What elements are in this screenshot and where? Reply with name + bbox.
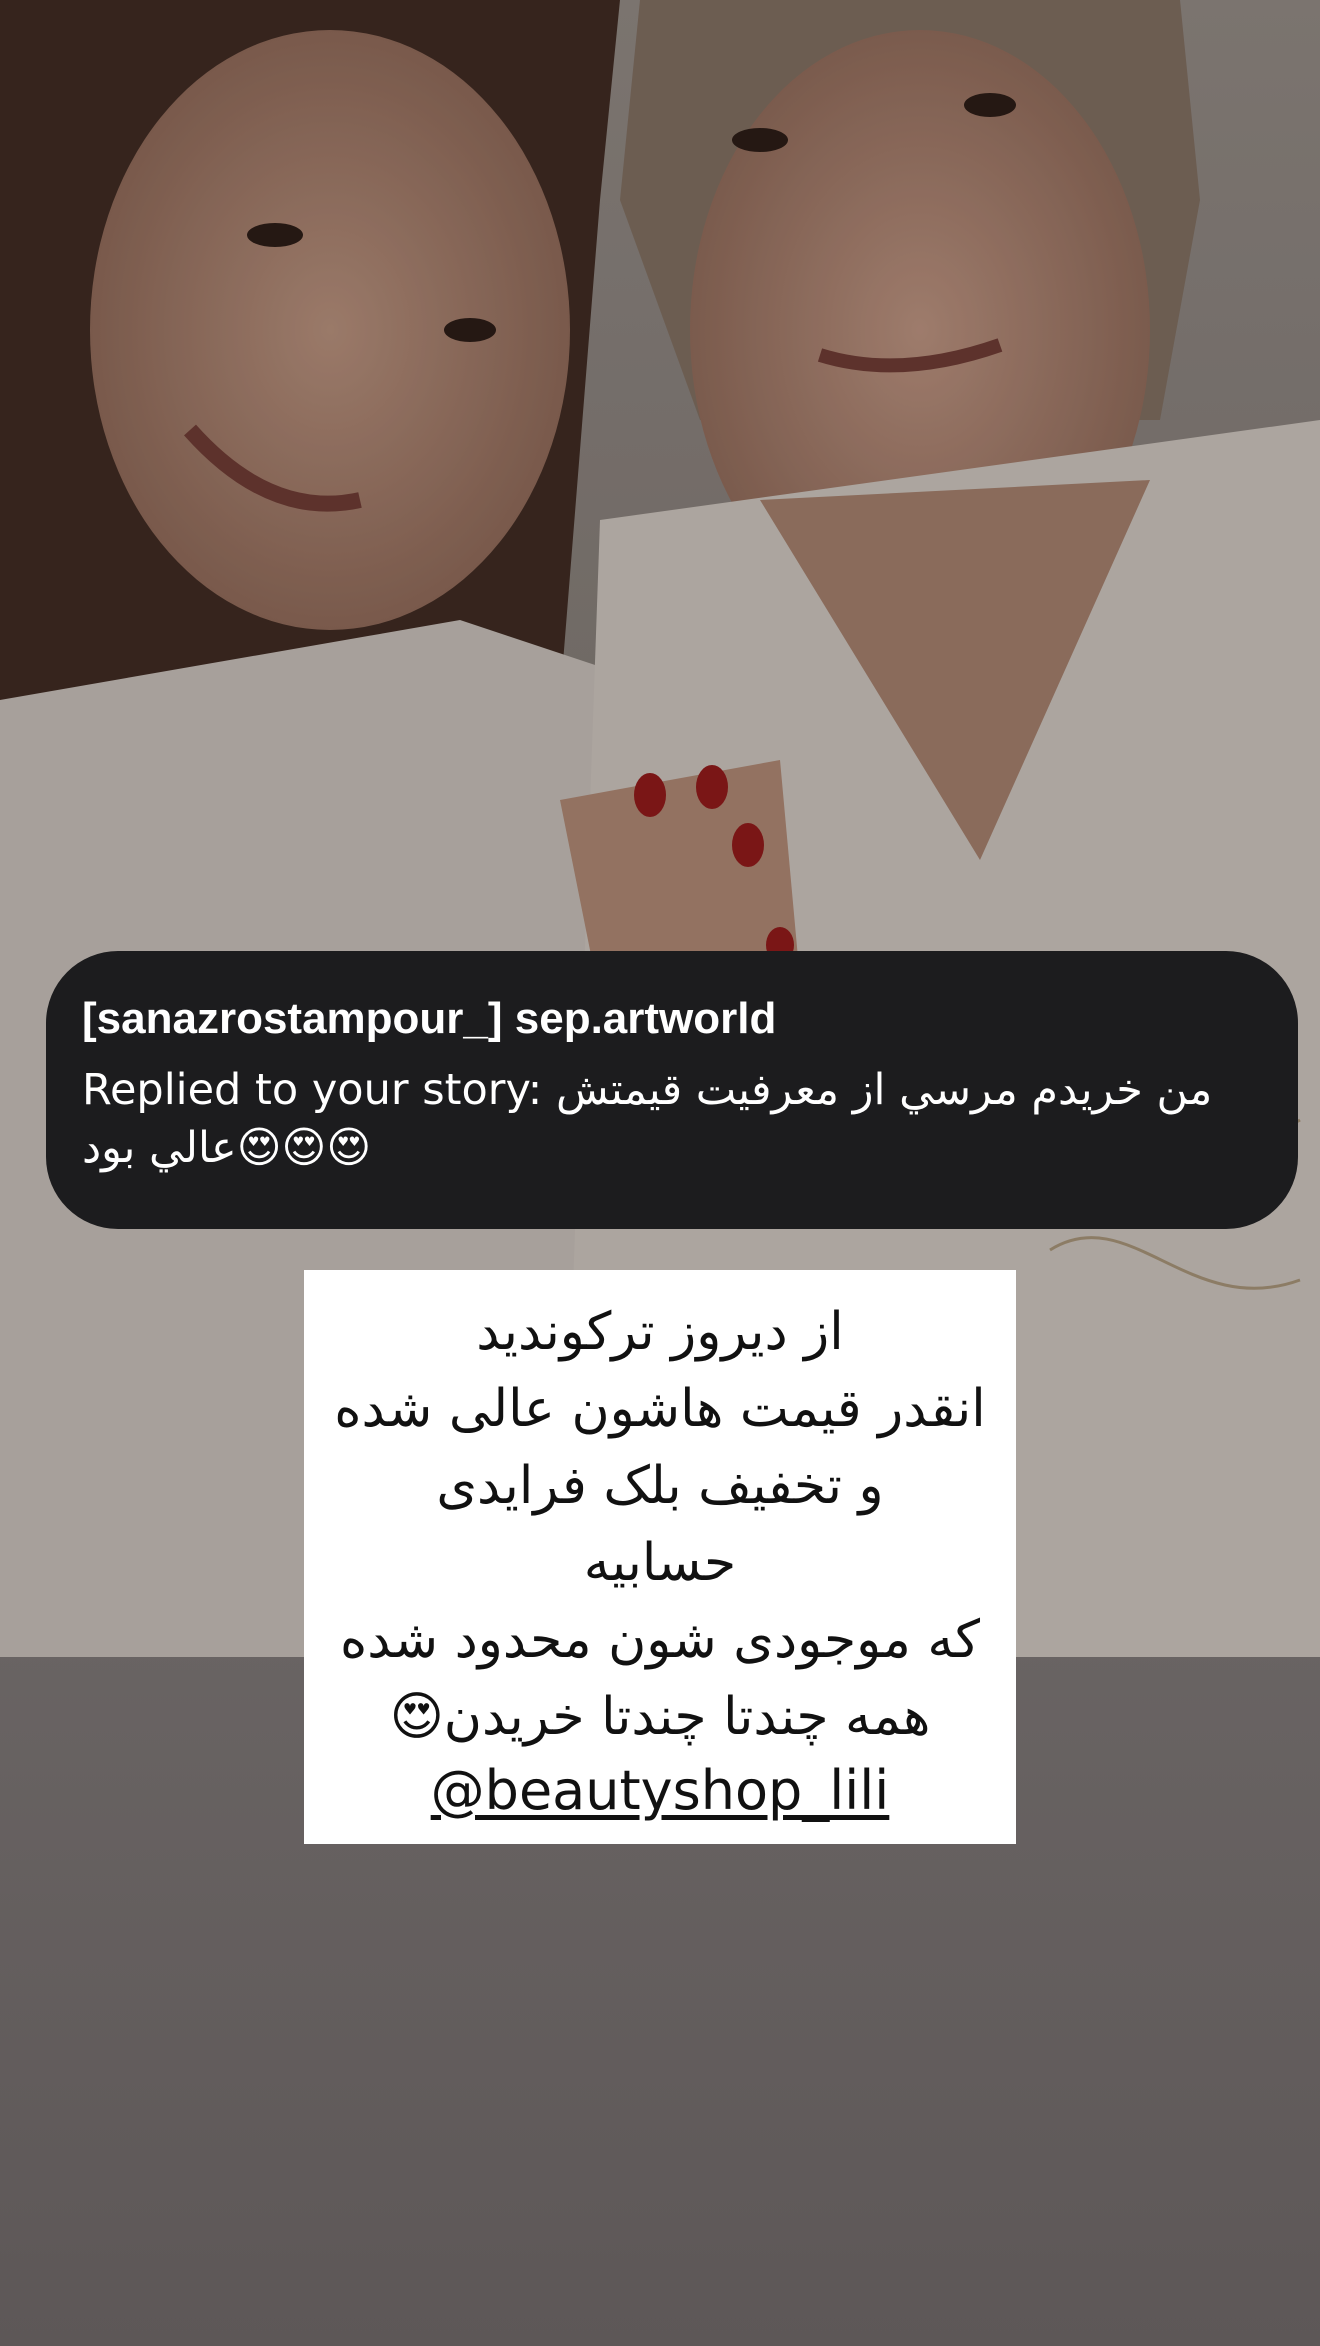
story-reply-notification[interactable]: [sanazrostampour_] sep.artworld Replied … xyxy=(46,951,1298,1229)
post-text-line-4: حسابیه xyxy=(583,1533,737,1593)
post-text-line-2: انقدر قیمت هاشون عالی شده xyxy=(334,1379,986,1439)
reply-message: Replied to your story: من خريدم مرسي از … xyxy=(82,1061,1262,1177)
reply-message-line-2: 😍😍😍عالي بود xyxy=(82,1123,372,1173)
post-text-line-6: همه چندتا چندتا خریدن😍 xyxy=(389,1687,931,1747)
post-text-line-5: که موجودی شون محدود شده xyxy=(339,1610,981,1670)
post-text-line-1: از دیروز ترکوندید xyxy=(476,1302,844,1362)
reply-sender-names: [sanazrostampour_] sep.artworld xyxy=(82,994,777,1043)
mention-link[interactable]: @beautyshop_lili xyxy=(304,1756,1016,1826)
story-text-sticker: از دیروز ترکوندید انقدر قیمت هاشون عالی … xyxy=(304,1270,1016,1844)
reply-message-line-1: Replied to your story: من خريدم مرسي از … xyxy=(82,1065,1213,1115)
post-text-line-3: و تخفیف بلک فرایدی xyxy=(436,1456,884,1516)
